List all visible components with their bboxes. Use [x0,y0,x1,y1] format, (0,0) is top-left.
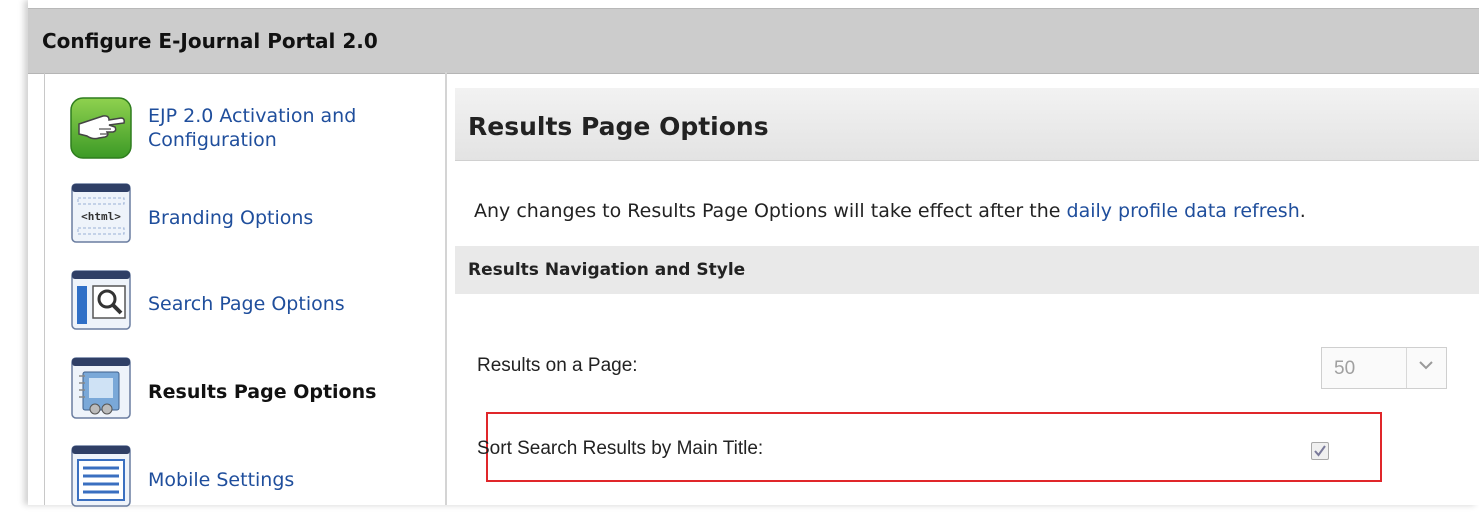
pointing-hand-icon [69,96,133,160]
results-per-page-value: 50 [1334,358,1356,379]
sidebar-divider [445,72,447,505]
sidebar-item-label: Results Page Options [148,381,377,403]
dropdown-toggle[interactable] [1406,348,1447,388]
sort-by-title-checkbox[interactable] [1311,442,1329,460]
svg-text:<html>: <html> [81,210,121,223]
window-title-bar: Configure E-Journal Portal 2.0 [28,8,1479,74]
subsection-title: Results Navigation and Style [468,260,746,280]
sidebar-item-activation[interactable]: EJP 2.0 Activation and Configuration [69,96,439,166]
sidebar-item-search-options[interactable]: Search Page Options [69,268,439,338]
results-notebook-icon [69,356,133,420]
sidebar-item-branding[interactable]: <html> Branding Options [69,182,439,252]
subsection-header: Results Navigation and Style [455,246,1479,294]
window-title: Configure E-Journal Portal 2.0 [42,29,378,53]
sidebar-item-label: Mobile Settings [148,469,295,491]
sidebar-item-label: Branding Options [148,207,314,229]
notice-text: Any changes to Results Page Options will… [474,200,1306,222]
notice-prefix: Any changes to Results Page Options will… [474,200,1067,222]
sidebar-item-label: EJP 2.0 Activation and Configuration [148,105,357,151]
configuration-window: Configure E-Journal Portal 2.0 EJP 2.0 A… [28,0,1479,507]
checkmark-icon [1314,445,1326,457]
main-panel: Results Page Options Any changes to Resu… [455,72,1479,505]
daily-refresh-link[interactable]: daily profile data refresh [1067,200,1300,222]
notice-suffix: . [1299,200,1306,222]
sort-by-title-label: Sort Search Results by Main Title: [477,438,764,459]
results-per-page-select[interactable]: 50 [1321,347,1447,389]
results-per-page-label: Results on a Page: [477,355,638,376]
section-title: Results Page Options [468,112,769,141]
html-window-icon: <html> [69,182,133,246]
sidebar: EJP 2.0 Activation and Configuration <ht… [45,72,445,507]
sidebar-item-mobile[interactable]: Mobile Settings [69,444,439,514]
section-header: Results Page Options [455,88,1479,161]
chevron-down-icon [1419,361,1433,370]
sidebar-item-label: Search Page Options [148,293,345,315]
search-window-icon [69,268,133,332]
mobile-list-icon [69,444,133,508]
sidebar-item-results-options[interactable]: Results Page Options [69,356,439,426]
